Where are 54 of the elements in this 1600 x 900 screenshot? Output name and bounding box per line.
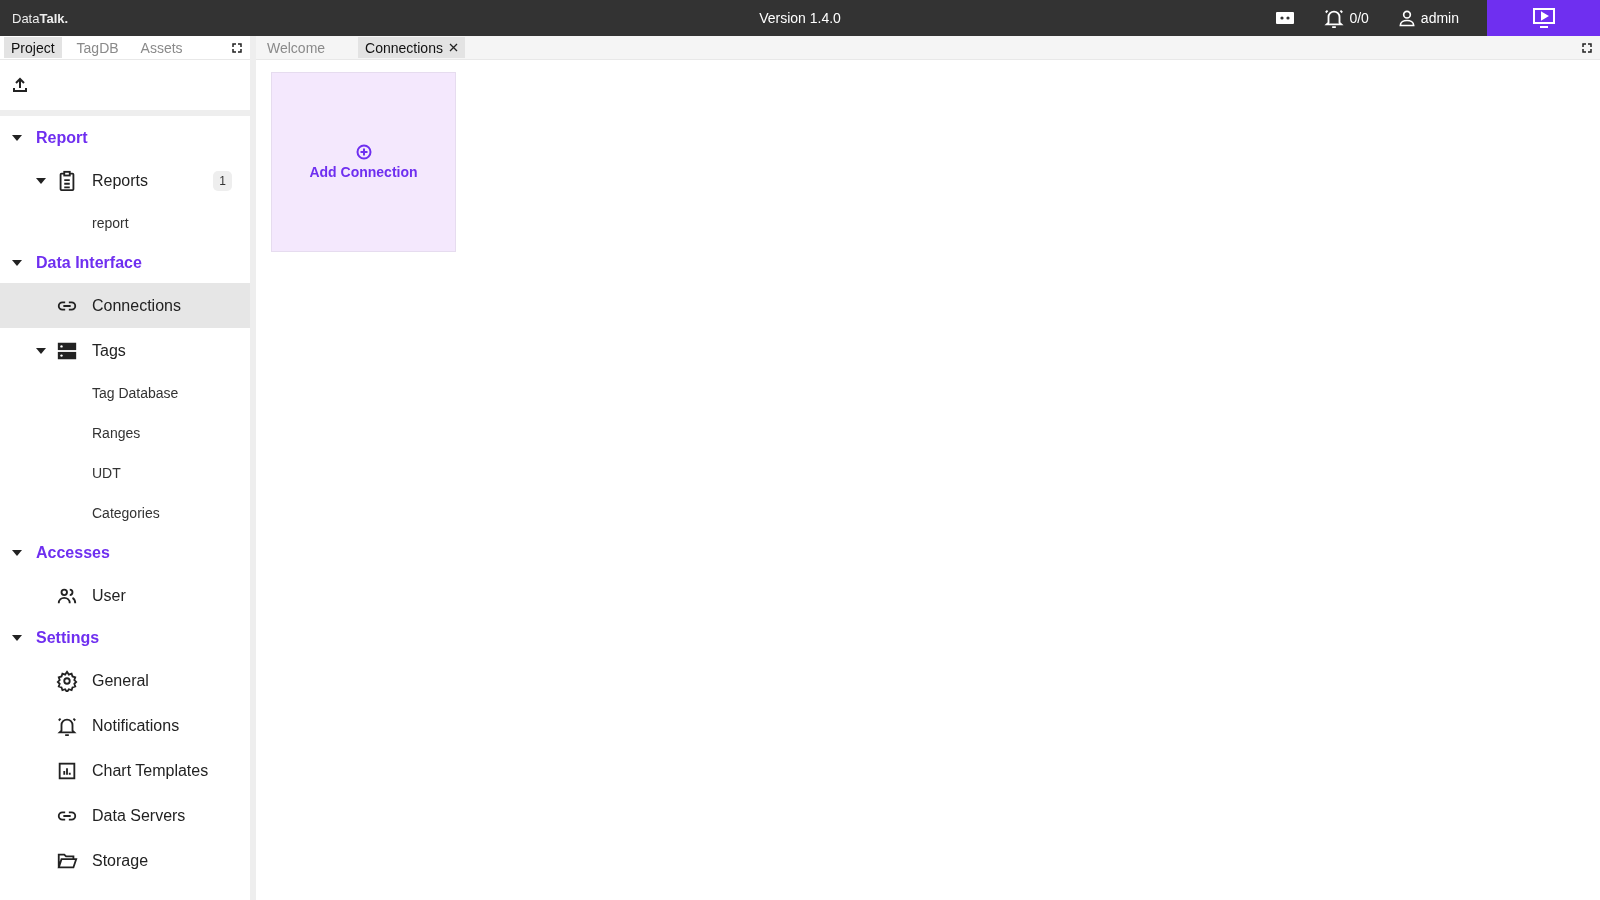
tree-item[interactable]: General [0,658,250,703]
chat-icon [1275,10,1296,26]
tree-leaf[interactable]: UDT [0,453,250,493]
tree-item-label: Notifications [92,716,180,735]
sidebar-tab[interactable]: Assets [133,37,190,58]
fullscreen-icon[interactable] [1582,42,1592,53]
version-label: Version 1.4.0 [759,10,841,26]
tree-item-label: Chart Templates [92,761,209,780]
sidebar-tab[interactable]: Project [4,37,62,58]
caret-icon[interactable] [12,550,22,556]
plus-circle-icon [355,144,372,160]
tree-item[interactable]: Storage [0,838,250,883]
tree-item[interactable]: Data Servers [0,793,250,838]
tree-item-label: General [92,671,149,690]
tree-item-label: Tags [92,341,126,360]
tree-item[interactable]: Tags [0,328,250,373]
chat-button[interactable] [1275,10,1296,26]
tree-item[interactable]: Connections [0,283,250,328]
tree-leaf[interactable]: Categories [0,493,250,533]
editor-tab[interactable]: Connections [358,37,465,58]
section-title[interactable]: Data Interface [36,254,142,272]
alarms-button[interactable]: 0/0 [1323,7,1369,29]
tree-leaf[interactable]: Tag Database [0,373,250,413]
tree-item[interactable]: User [0,573,250,618]
tree-item-label: Storage [92,851,149,870]
caret-icon[interactable] [12,260,22,266]
tree-item[interactable]: Reports 1 [0,158,250,203]
caret-icon[interactable] [36,177,46,184]
tree-item[interactable]: Chart Templates [0,748,250,793]
tree-item-label: Reports [92,171,149,190]
upload-icon[interactable] [12,77,28,93]
caret-icon[interactable] [36,347,46,354]
tree-item-label: Connections [92,296,181,315]
user-button[interactable]: admin [1396,8,1459,28]
bell-icon [1323,7,1346,29]
tree-item-label: Data Servers [92,806,186,825]
tree-leaf[interactable]: Ranges [0,413,250,453]
section-title[interactable]: Report [36,129,88,147]
gear-icon [56,669,78,692]
tree-item[interactable]: Notifications [0,703,250,748]
caret-icon[interactable] [12,635,22,641]
tree-item-label: User [92,586,126,605]
section-title[interactable]: Settings [36,629,100,647]
count-badge: 1 [213,170,232,191]
close-icon[interactable] [448,43,458,52]
screen-play-icon [1531,7,1556,29]
caret-icon[interactable] [12,135,22,141]
add-connection-card[interactable]: Add Connection [271,72,456,252]
fullscreen-icon[interactable] [232,42,242,53]
user-icon [1396,8,1417,28]
section-title[interactable]: Accesses [36,544,110,562]
logo: DataTalk. [12,10,69,26]
tree-leaf[interactable]: report [0,203,250,243]
present-button[interactable] [1487,0,1600,36]
